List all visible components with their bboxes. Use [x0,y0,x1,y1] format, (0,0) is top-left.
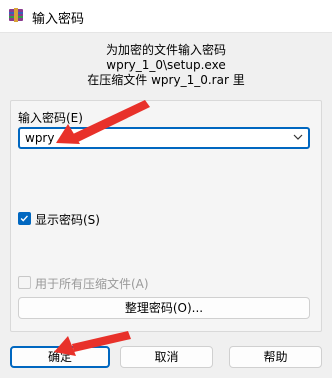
window-title: 输入密码 [32,12,85,27]
show-password-label[interactable]: 显示密码(S) [35,211,100,228]
password-combobox[interactable]: wpry [18,127,310,149]
use-for-all-archives-label[interactable]: 用于所有压缩文件(A) [35,275,149,292]
title-bar: 输入密码 [0,0,332,33]
info-line-3: 在压缩文件 wpry_1_0.rar 里 [87,73,245,87]
winrar-archive-icon [9,8,23,22]
chevron-down-icon[interactable] [292,131,304,143]
ok-button[interactable]: 确定 [10,346,110,368]
cancel-button[interactable]: 取消 [120,346,213,368]
info-line-2: wpry_1_0\setup.exe [106,58,226,72]
help-button[interactable]: 帮助 [229,346,322,368]
info-line-1: 为加密的文件输入密码 [105,43,226,57]
use-for-all-archives-checkbox[interactable] [18,276,31,289]
show-password-checkbox[interactable] [18,212,31,225]
password-label: 输入密码(E) [18,111,83,125]
checkmark-icon [20,215,28,222]
organize-passwords-button[interactable]: 整理密码(O)... [18,297,310,319]
password-value[interactable]: wpry [25,131,54,145]
